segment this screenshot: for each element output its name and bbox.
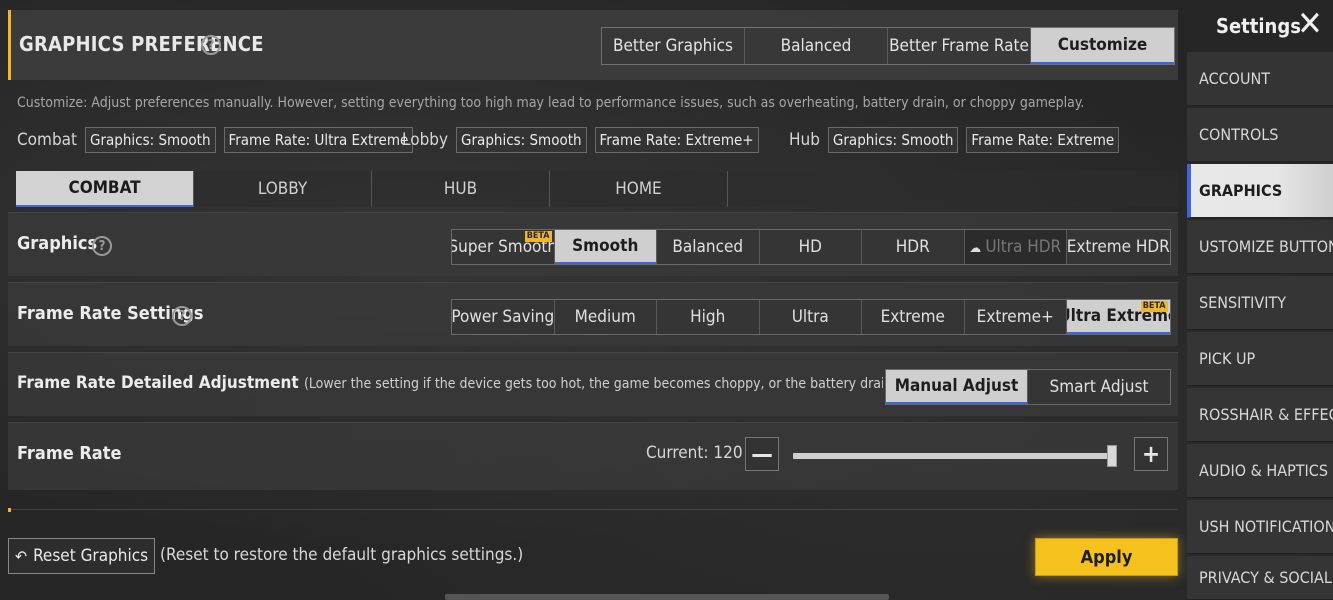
frame-rate-selector: Power Saving Medium High Ultra Extreme E… <box>451 299 1171 335</box>
frame-rate-slider-track[interactable] <box>793 453 1115 459</box>
minus-icon: — <box>751 440 773 468</box>
sidebar-item-pick-up[interactable]: PICK UP <box>1187 332 1333 386</box>
apply-button[interactable]: Apply <box>1035 538 1178 576</box>
sidebar-item-customize-buttons[interactable]: USTOMIZE BUTTONS <box>1187 220 1333 274</box>
graphics-quality-selector: Super Smooth BETA Smooth Balanced HD HDR … <box>451 229 1171 265</box>
tab-lobby[interactable]: LOBBY <box>194 171 372 207</box>
manual-adjust-button[interactable]: Manual Adjust <box>886 370 1028 404</box>
graphics-label: Graphics <box>17 233 98 254</box>
graphics-settings-main: GRAPHICS PREFERENCE ? Better Graphics Ba… <box>0 0 1180 600</box>
cloud-download-icon: ☁ <box>969 241 982 256</box>
sidebar-item-push-notifications[interactable]: USH NOTIFICATIONS <box>1187 500 1333 554</box>
graphics-option-hdr[interactable]: HDR <box>862 230 965 264</box>
smart-adjust-button[interactable]: Smart Adjust <box>1028 370 1170 404</box>
frame-rate-current-value: Current: 120 <box>646 443 743 463</box>
combat-frame-rate-tag: Frame Rate: Ultra Extreme <box>223 127 414 153</box>
frame-rate-option-extreme-plus[interactable]: Extreme+ <box>964 300 1067 334</box>
frame-rate-option-ultra[interactable]: Ultra <box>759 300 862 334</box>
graphics-option-label: Ultra HDR <box>985 237 1062 257</box>
frame-rate-slider-row: Frame Rate Current: 120 — + <box>8 422 1178 490</box>
graphics-option-hd[interactable]: HD <box>759 230 862 264</box>
reset-graphics-button[interactable]: ↶ Reset Graphics <box>8 538 156 574</box>
combat-graphics-tag: Graphics: Smooth <box>85 127 216 153</box>
hub-summary-label: Hub <box>789 130 820 150</box>
frame-rate-detailed-row: Frame Rate Detailed Adjustment (Lower th… <box>8 352 1178 416</box>
lobby-graphics-tag: Graphics: Smooth <box>456 127 587 153</box>
frame-rate-detailed-note: (Lower the setting if the device gets to… <box>303 376 883 392</box>
divider <box>8 509 1178 510</box>
sidebar-item-account[interactable]: ACCOUNT <box>1187 52 1333 106</box>
increase-button[interactable]: + <box>1134 437 1168 471</box>
hub-frame-rate-tag: Frame Rate: Extreme <box>966 127 1120 153</box>
adjust-mode-selector: Manual Adjust Smart Adjust <box>885 369 1171 405</box>
reset-graphics-label: Reset Graphics <box>33 546 149 566</box>
sidebar-item-audio-haptics[interactable]: AUDIO & HAPTICS <box>1187 444 1333 498</box>
frame-rate-slider-thumb[interactable] <box>1107 445 1117 467</box>
bottom-scroll-handle[interactable] <box>445 594 889 600</box>
settings-title: Settings <box>1216 14 1301 38</box>
tab-hub[interactable]: HUB <box>372 171 550 207</box>
plus-icon: + <box>1141 440 1161 468</box>
sidebar-item-crosshair-effects[interactable]: ROSSHAIR & EFFEC <box>1187 388 1333 442</box>
frame-rate-detailed-title: Frame Rate Detailed Adjustment <box>17 373 299 393</box>
sidebar-item-graphics[interactable]: GRAPHICS <box>1187 164 1333 218</box>
accent-tick <box>8 508 11 512</box>
graphics-option-balanced[interactable]: Balanced <box>657 230 760 264</box>
frame-rate-detailed-label: Frame Rate Detailed Adjustment (Lower th… <box>17 373 883 393</box>
graphics-preference-title: GRAPHICS PREFERENCE <box>19 32 264 56</box>
preset-selector: Better Graphics Balanced Better Frame Ra… <box>601 27 1175 65</box>
beta-badge: BETA <box>1140 301 1168 312</box>
close-icon[interactable]: ✕ <box>1293 7 1327 42</box>
combat-summary-label: Combat <box>17 130 78 150</box>
reset-note: (Reset to restore the default graphics s… <box>160 545 524 565</box>
graphics-option-extreme-hdr[interactable]: Extreme HDR <box>1067 230 1170 264</box>
combat-summary: Combat Graphics: Smooth Frame Rate: Ultr… <box>17 127 414 153</box>
frame-rate-settings-row: Frame Rate Settings ? Power Saving Mediu… <box>8 282 1178 346</box>
frame-rate-help-icon[interactable]: ? <box>172 306 192 326</box>
preset-better-frame-rate[interactable]: Better Frame Rate <box>888 28 1031 64</box>
preset-better-graphics[interactable]: Better Graphics <box>602 28 745 64</box>
frame-rate-option-ultra-extreme[interactable]: Ultra ExtremeBETA <box>1067 300 1170 334</box>
help-icon[interactable]: ? <box>201 35 221 55</box>
sidebar-item-privacy-social[interactable]: PRIVACY & SOCIAL <box>1187 556 1333 600</box>
graphics-option-smooth[interactable]: Smooth <box>554 230 657 264</box>
decrease-button[interactable]: — <box>745 437 779 471</box>
lobby-frame-rate-tag: Frame Rate: Extreme+ <box>594 127 759 153</box>
frame-rate-option-extreme[interactable]: Extreme <box>862 300 965 334</box>
frame-rate-option-high[interactable]: High <box>657 300 760 334</box>
frame-rate-option-power-saving[interactable]: Power Saving <box>452 300 555 334</box>
lobby-summary-label: Lobby <box>402 130 449 150</box>
hub-graphics-tag: Graphics: Smooth <box>827 127 959 153</box>
frame-rate-label: Frame Rate <box>17 443 122 464</box>
tab-combat[interactable]: COMBAT <box>16 171 194 207</box>
graphics-quality-row: Graphics ? Super Smooth BETA Smooth Balan… <box>8 212 1178 276</box>
graphics-option-super-smooth[interactable]: Super Smooth BETA <box>452 230 555 264</box>
mode-tabs: COMBAT LOBBY HUB HOME <box>16 171 1178 207</box>
tab-home[interactable]: HOME <box>550 171 728 207</box>
graphics-help-icon[interactable]: ? <box>92 236 112 256</box>
hub-summary: Hub Graphics: Smooth Frame Rate: Extreme <box>789 127 1120 153</box>
preset-customize[interactable]: Customize <box>1031 28 1174 64</box>
customize-info-text: Customize: Adjust preferences manually. … <box>17 95 1085 111</box>
graphics-preference-header: GRAPHICS PREFERENCE ? Better Graphics Ba… <box>8 10 1178 80</box>
lobby-summary: Lobby Graphics: Smooth Frame Rate: Extre… <box>402 127 759 153</box>
graphics-option-ultra-hdr[interactable]: ☁ Ultra HDR <box>964 230 1067 264</box>
sidebar-item-sensitivity[interactable]: SENSITIVITY <box>1187 276 1333 330</box>
beta-badge: BETA <box>524 231 552 242</box>
undo-icon: ↶ <box>15 546 28 566</box>
sidebar-item-controls[interactable]: CONTROLS <box>1187 108 1333 162</box>
preset-balanced[interactable]: Balanced <box>745 28 888 64</box>
frame-rate-option-medium[interactable]: Medium <box>554 300 657 334</box>
